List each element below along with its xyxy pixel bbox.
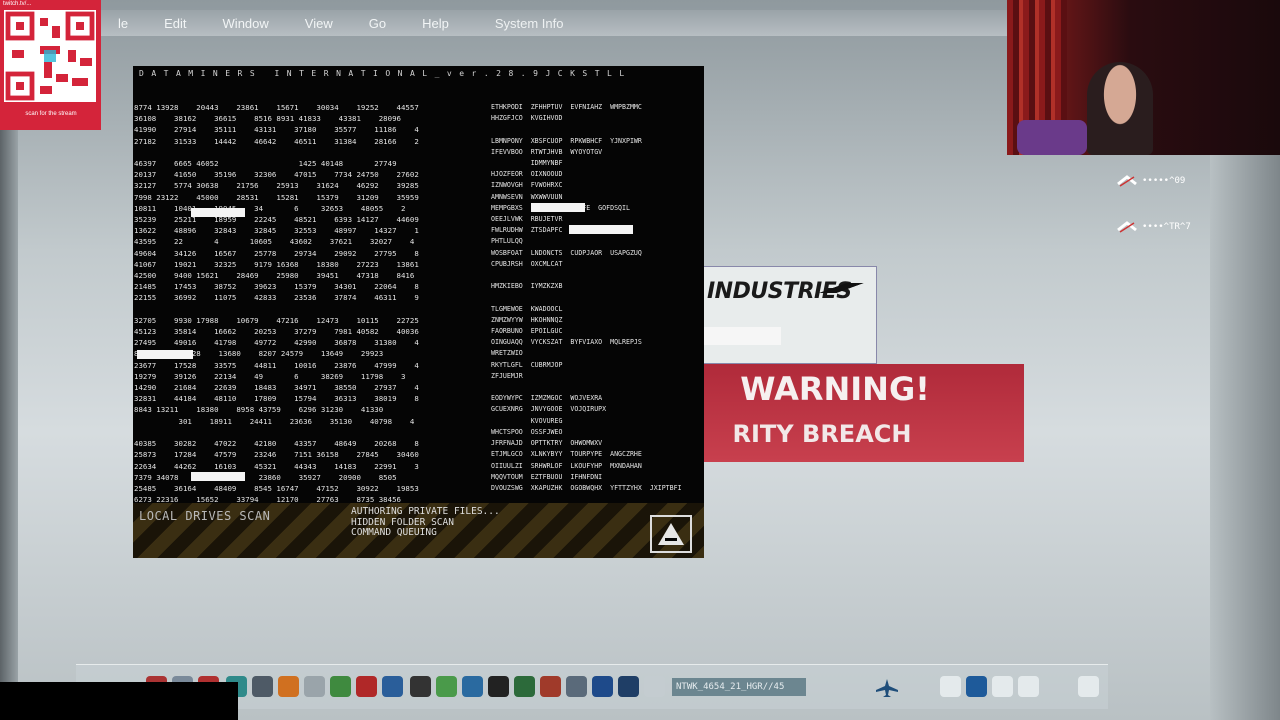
qr-code-overlay: twitch.tv/... scan for the stream (0, 0, 101, 130)
menu-bar: le Edit Window View Go Help System Info (100, 10, 1010, 36)
dock-app-icon[interactable] (304, 676, 325, 697)
wifi-icon (1117, 175, 1137, 187)
dataminers-terminal-window[interactable]: DATAMINERS INTERNATIONAL_ver.28.9JCKSTLL… (133, 66, 704, 558)
dock-app-icon[interactable] (356, 676, 377, 697)
scan-task-list: AUTHORING PRIVATE FILES... HIDDEN FOLDER… (351, 506, 500, 539)
menu-file[interactable]: le (100, 16, 146, 31)
qr-code-icon (5, 11, 95, 101)
webcam-feed (1007, 0, 1280, 155)
dock-app-icon[interactable] (278, 676, 299, 697)
menu-help[interactable]: Help (404, 16, 467, 31)
scan-task: COMMAND QUEUING (351, 527, 437, 538)
dock-app-icon[interactable] (992, 676, 1013, 697)
scan-task: AUTHORING PRIVATE FILES... (351, 506, 500, 517)
dock-app-icon[interactable] (1078, 676, 1099, 697)
dock-app-icon[interactable] (462, 676, 483, 697)
network-label: ••••^TR^7 (1142, 222, 1191, 232)
warning-banner: WARNING! RITY BREACH (700, 364, 1024, 462)
industries-card: INDUSTRIES (700, 266, 877, 364)
scan-status-panel: LOCAL DRIVES SCAN AUTHORING PRIVATE FILE… (133, 503, 704, 558)
dock-app-icon[interactable] (940, 676, 961, 697)
network-tab-label[interactable]: NTWK_4654_21_HGR//45 (672, 678, 806, 696)
qr-code-icon (4, 10, 96, 102)
highlight-bar (137, 350, 193, 359)
qr-caption: scan for the stream (25, 111, 77, 117)
dock-app-icon[interactable] (410, 676, 431, 697)
dock-app-icon[interactable] (1018, 676, 1039, 697)
system-info-label: System Info (494, 15, 564, 31)
dock-app-icon[interactable] (514, 676, 535, 697)
menu-go[interactable]: Go (351, 16, 404, 31)
dock-app-icon[interactable] (592, 676, 613, 697)
network-indicator[interactable]: ••••^TR^7 (1116, 220, 1191, 234)
dock-app-icon[interactable] (644, 676, 665, 697)
menu-edit[interactable]: Edit (146, 16, 204, 31)
menu-view[interactable]: View (287, 16, 351, 31)
network-label: •••••^09 (1142, 176, 1186, 186)
highlight-bar (191, 208, 245, 217)
wifi-icon (1117, 221, 1137, 233)
dock-app-icon[interactable] (382, 676, 403, 697)
dock-app-icon[interactable] (330, 676, 351, 697)
triangle-logo-icon (650, 515, 692, 553)
highlight-bar (569, 225, 633, 234)
overlay-black-box (0, 682, 238, 720)
qr-top-label: twitch.tv/... (3, 1, 32, 7)
warning-title: WARNING! (740, 370, 930, 408)
dock-app-icon[interactable] (252, 676, 273, 697)
dock-app-icon[interactable] (540, 676, 561, 697)
highlight-bar (191, 472, 245, 481)
warning-subtitle: RITY BREACH (732, 420, 912, 448)
network-indicator[interactable]: •••••^09 (1116, 174, 1185, 188)
lock-icon[interactable] (488, 676, 509, 697)
dock-app-icon[interactable] (618, 676, 639, 697)
terminal-title: DATAMINERS INTERNATIONAL_ver.28.9JCKSTLL (139, 69, 632, 78)
webcam-blanket (1017, 120, 1087, 155)
menu-window[interactable]: Window (205, 16, 287, 31)
industries-bar (701, 327, 781, 345)
streamer-avatar (1087, 62, 1153, 155)
highlight-bar (531, 203, 585, 212)
airplane-icon[interactable] (874, 678, 900, 698)
dock-app-icon[interactable] (436, 676, 457, 697)
dock-app-icon[interactable] (966, 676, 987, 697)
scan-title: LOCAL DRIVES SCAN (139, 509, 271, 523)
logo-stripe-icon (811, 283, 871, 293)
dock-app-icon[interactable] (566, 676, 587, 697)
terminal-code-stream: ETHKPODI ZFHHPTUV EVFNIAHZ WMPBZMMC HHZG… (491, 103, 682, 492)
terminal-number-stream: 8774 13928 20443 23861 15671 30034 19252… (134, 103, 419, 549)
